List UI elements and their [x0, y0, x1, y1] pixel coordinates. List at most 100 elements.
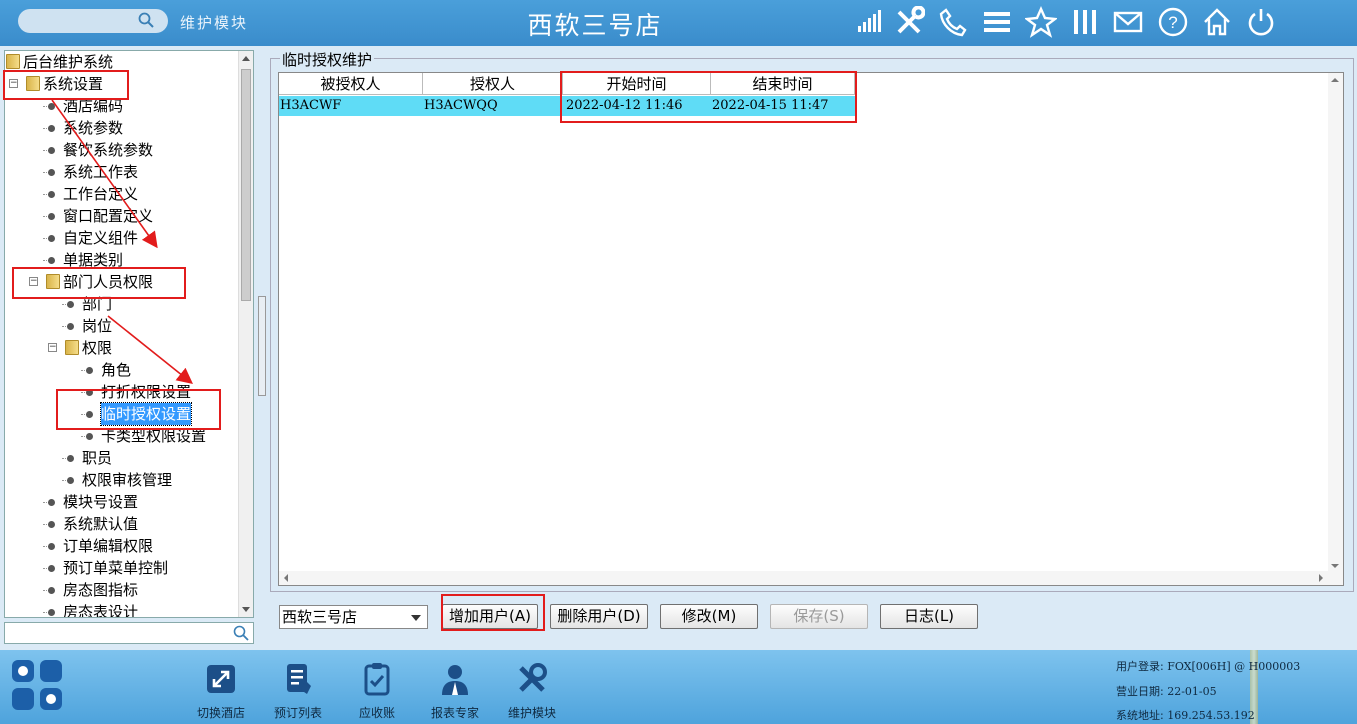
status-login-value: FOX[006H] @ H000003 [1167, 660, 1301, 673]
bullet-icon [67, 301, 74, 308]
collapse-icon[interactable]: − [48, 343, 57, 352]
nav-tree-panel: 后台维护系统 − 系统设置 酒店编码 系统参数 餐饮系统参数 系统工作表 工作台定义 窗口配置定… [4, 50, 254, 618]
tree-item[interactable]: 餐饮系统参数 [5, 139, 237, 161]
chevron-down-icon[interactable] [411, 615, 421, 621]
bullet-icon [48, 147, 55, 154]
tree-scrollbar[interactable] [238, 51, 253, 617]
modify-button[interactable]: 修改(M) [660, 604, 758, 629]
tree-item-label: 模块号设置 [63, 493, 139, 511]
tree-item[interactable]: 自定义组件 [5, 227, 237, 249]
grid-vertical-scrollbar[interactable] [1328, 73, 1343, 573]
tree-item-label: 系统默认值 [63, 515, 139, 533]
help-icon[interactable]: ? [1157, 6, 1189, 38]
columns-icon[interactable] [1069, 6, 1101, 38]
log-button[interactable]: 日志(L) [880, 604, 978, 629]
tree-item-label: 工作台定义 [63, 185, 139, 203]
status-login: 用户登录: FOX[006H] @ H000003 [1116, 658, 1300, 674]
nav-tree: 后台维护系统 − 系统设置 酒店编码 系统参数 餐饮系统参数 系统工作表 工作台定义 窗口配置定… [5, 51, 239, 617]
mail-icon[interactable] [1112, 6, 1144, 38]
report-expert-icon [442, 665, 468, 695]
tree-item[interactable]: 角色 [5, 359, 237, 381]
tools-icon[interactable] [893, 5, 926, 38]
scroll-right-icon[interactable] [1319, 574, 1323, 582]
annotation-box-system-settings [3, 70, 129, 100]
tree-item-label: 房态图指标 [63, 581, 139, 599]
bullet-icon [48, 169, 55, 176]
group-title: 临时授权维护 [280, 49, 375, 70]
tree-scroll-thumb[interactable] [241, 69, 251, 301]
status-date-label: 营业日期: [1116, 685, 1164, 698]
bullet-icon [48, 521, 55, 528]
tree-item-label: 窗口配置定义 [63, 207, 154, 225]
column-header-grantor[interactable]: 授权人 [423, 73, 563, 95]
cell-grantor[interactable]: H3ACWQQ [423, 96, 563, 116]
maintenance-icon [519, 663, 547, 692]
dock-booking-list[interactable]: 预订列表 [263, 662, 333, 721]
power-icon[interactable] [1245, 6, 1277, 38]
bullet-icon [48, 587, 55, 594]
tree-item[interactable]: 窗口配置定义 [5, 205, 237, 227]
menu-icon[interactable] [981, 6, 1013, 38]
dock-switch-hotel[interactable]: 切换酒店 [186, 662, 256, 721]
dock-label: 维护模块 [507, 706, 556, 720]
star-icon[interactable] [1023, 6, 1059, 38]
save-button[interactable]: 保存(S) [770, 604, 868, 629]
tree-item[interactable]: 岗位 [5, 315, 237, 337]
grid-horizontal-scrollbar[interactable] [279, 571, 1343, 585]
tree-item[interactable]: 预订单菜单控制 [5, 557, 237, 579]
scroll-left-icon[interactable] [284, 574, 288, 582]
tree-item[interactable]: 系统默认值 [5, 513, 237, 535]
annotation-box-temp-auth [56, 389, 221, 430]
dock-label: 报表专家 [430, 706, 479, 720]
tree-item[interactable]: − 权限 [5, 337, 237, 359]
column-header-grantee[interactable]: 被授权人 [279, 73, 423, 95]
bullet-icon [67, 477, 74, 484]
tree-item[interactable]: 职员 [5, 447, 237, 469]
bullet-icon [67, 455, 74, 462]
tree-item[interactable]: 系统参数 [5, 117, 237, 139]
bullet-icon [48, 213, 55, 220]
tree-item[interactable]: 权限审核管理 [5, 469, 237, 491]
cell-grantee[interactable]: H3ACWF [279, 96, 423, 116]
dock-maintenance[interactable]: 维护模块 [497, 662, 567, 721]
scroll-down-icon[interactable] [242, 607, 250, 612]
signal-icon[interactable] [854, 6, 886, 38]
status-date: 营业日期: 22-01-05 [1116, 683, 1217, 699]
dock-receivable[interactable]: 应收账 [342, 662, 412, 721]
store-select-value: 西软三号店 [282, 608, 358, 626]
status-address-value: 169.254.53.192 [1167, 709, 1255, 722]
scroll-up-icon[interactable] [242, 56, 250, 61]
tree-item-label: 系统参数 [63, 119, 124, 137]
bullet-icon [48, 103, 55, 110]
status-login-label: 用户登录: [1116, 660, 1164, 673]
bullet-icon [48, 499, 55, 506]
auth-grid[interactable]: 被授权人 授权人 开始时间 结束时间 H3ACWF H3ACWQQ 2022-0… [278, 72, 1344, 586]
status-address-label: 系统地址: [1116, 709, 1164, 722]
tree-item[interactable]: 模块号设置 [5, 491, 237, 513]
tree-item[interactable]: 房态图指标 [5, 579, 237, 601]
store-select[interactable]: 西软三号店 [279, 605, 428, 629]
search-icon[interactable] [233, 625, 249, 641]
home-icon[interactable] [1201, 6, 1233, 38]
tree-item[interactable]: 订单编辑权限 [5, 535, 237, 557]
tree-search-input[interactable] [4, 622, 254, 644]
bullet-icon [48, 191, 55, 198]
folder-icon [65, 340, 79, 355]
tree-item-label: 岗位 [82, 317, 113, 335]
panel-splitter[interactable] [258, 296, 266, 396]
tree-item[interactable]: 系统工作表 [5, 161, 237, 183]
phone-icon[interactable] [937, 6, 969, 38]
delete-user-button[interactable]: 删除用户(D) [550, 604, 648, 629]
bullet-icon [48, 609, 55, 616]
app-logo-icon[interactable] [10, 656, 64, 716]
tree-item[interactable]: 工作台定义 [5, 183, 237, 205]
scroll-up-icon[interactable] [1331, 78, 1339, 82]
scroll-down-icon[interactable] [1331, 564, 1339, 568]
tree-item-label: 餐饮系统参数 [63, 141, 154, 159]
tree-item[interactable]: 房态表设计 [5, 601, 237, 617]
tree-item-label: 系统工作表 [63, 163, 139, 181]
tree-item-label: 角色 [101, 361, 132, 379]
bullet-icon [48, 543, 55, 550]
dock-report-expert[interactable]: 报表专家 [420, 662, 490, 721]
annotation-box-dept-permissions [12, 267, 186, 299]
